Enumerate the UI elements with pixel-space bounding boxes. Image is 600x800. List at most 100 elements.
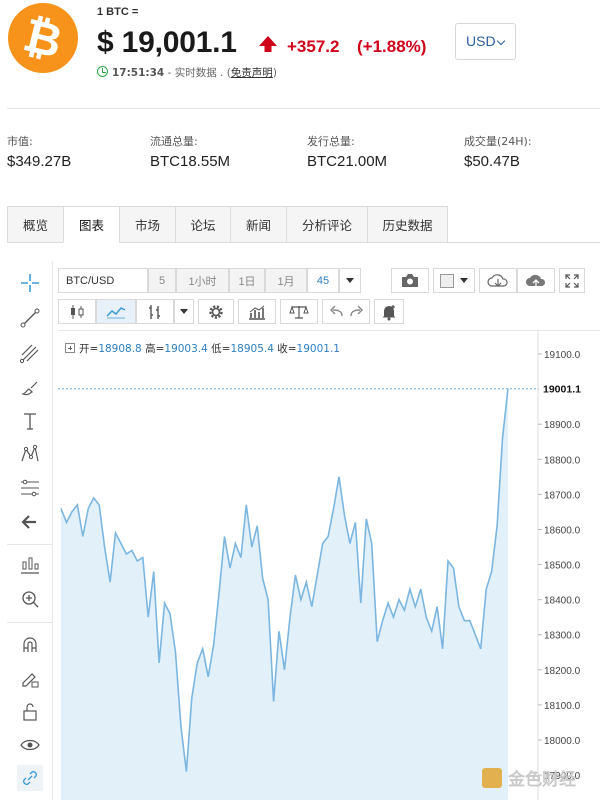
y-tick-label: 18600.0 xyxy=(544,525,581,536)
bar-chart-icon[interactable] xyxy=(136,299,174,324)
chart-type-dropdown[interactable] xyxy=(174,299,194,324)
magnet-icon[interactable] xyxy=(17,632,43,658)
indicators-icon[interactable] xyxy=(238,299,276,324)
high-value: 19003.4 xyxy=(164,343,208,355)
bitcoin-symbol: ₿ xyxy=(18,7,68,69)
y-tick-label: 18500.0 xyxy=(544,561,581,572)
y-tick-label: 18900.0 xyxy=(544,420,581,431)
chart-toolbar: BTC/USD 5 1小时 1日 1月 45 xyxy=(58,262,600,328)
tab-forum[interactable]: 论坛 xyxy=(175,206,230,243)
unit-label: 1 BTC = xyxy=(97,6,139,18)
zoom-icon[interactable] xyxy=(17,586,43,612)
y-tick-label: 18800.0 xyxy=(544,455,581,466)
price-value: $ 19,001.1 xyxy=(97,26,237,59)
chart-area[interactable]: 19100.019000.018900.018800.018700.018600… xyxy=(58,330,600,800)
trend-line-icon[interactable] xyxy=(17,305,43,331)
crosshair-icon[interactable] xyxy=(17,270,43,296)
tab-analysis[interactable]: 分析评论 xyxy=(286,206,367,243)
tab-news[interactable]: 新闻 xyxy=(230,206,286,243)
tab-overview[interactable]: 概览 xyxy=(7,206,63,243)
link-icon[interactable] xyxy=(17,765,43,791)
back-arrow-icon[interactable] xyxy=(17,509,43,535)
realtime-text: - 实时数据 . ( xyxy=(164,67,231,79)
eye-icon[interactable] xyxy=(17,732,43,758)
price-change-absolute: +357.2 xyxy=(287,37,340,56)
brush-icon[interactable] xyxy=(17,375,43,401)
currency-value: USD xyxy=(466,33,496,49)
interval-45[interactable]: 45 xyxy=(307,268,339,293)
measure-icon[interactable] xyxy=(17,552,43,578)
disclaimer-link[interactable]: 免责声明 xyxy=(231,67,273,79)
currency-select[interactable]: USD xyxy=(455,23,516,60)
camera-icon[interactable] xyxy=(391,268,429,293)
y-tick-label: 18300.0 xyxy=(544,631,581,642)
watermark-logo xyxy=(482,768,502,788)
open-value: 18908.8 xyxy=(98,343,142,355)
interval-1m[interactable]: 1月 xyxy=(265,268,307,293)
price-change-percent: (+1.88%) xyxy=(357,37,427,56)
low-value: 18905.4 xyxy=(230,343,274,355)
market-cap-label: 市值: xyxy=(7,135,33,148)
undo-redo-group xyxy=(322,299,370,324)
candlestick-icon[interactable] xyxy=(58,299,96,324)
watermark: 金色财经 xyxy=(482,765,576,790)
volume-24h-value: $50.47B xyxy=(464,153,520,170)
pattern-icon[interactable] xyxy=(17,441,43,467)
current-price-label: 19001.1 xyxy=(543,384,581,396)
expand-legend-icon[interactable] xyxy=(65,343,75,353)
toolbar-separator xyxy=(7,622,53,623)
tab-chart[interactable]: 图表 xyxy=(63,206,119,243)
tab-market[interactable]: 市场 xyxy=(119,206,175,243)
total-supply-value: BTC21.00M xyxy=(307,153,388,170)
undo-icon[interactable] xyxy=(328,305,344,319)
volume-24h-label: 成交量(24H): xyxy=(464,135,532,148)
cloud-download-icon[interactable] xyxy=(479,268,517,293)
redo-icon[interactable] xyxy=(349,305,365,319)
line-chart-icon[interactable] xyxy=(96,299,136,324)
unlock-icon[interactable] xyxy=(17,699,43,725)
update-time: 17:51:34 xyxy=(112,67,165,79)
market-cap-value: $349.27B xyxy=(7,153,72,170)
tab-history[interactable]: 历史数据 xyxy=(367,206,448,243)
circulating-supply-label: 流通总量: xyxy=(150,135,198,148)
update-meta: 17:51:34 - 实时数据 . (免责声明) xyxy=(112,65,277,80)
y-tick-label: 19100.0 xyxy=(544,350,581,361)
alert-bell-icon[interactable] xyxy=(374,299,404,324)
interval-dropdown[interactable] xyxy=(339,268,361,293)
y-tick-label: 18000.0 xyxy=(544,736,581,747)
watermark-text: 金色财经 xyxy=(508,770,576,790)
header-divider xyxy=(7,108,600,109)
disclaimer-close: ) xyxy=(272,67,277,79)
chevron-down-icon xyxy=(346,278,354,283)
pitchfork-icon[interactable] xyxy=(17,340,43,366)
text-icon[interactable] xyxy=(17,408,43,434)
chevron-down-icon xyxy=(460,278,468,283)
price-chart[interactable]: 19100.019000.018900.018800.018700.018600… xyxy=(58,331,600,800)
interval-1d[interactable]: 1日 xyxy=(229,268,265,293)
fib-icon[interactable] xyxy=(17,475,43,501)
cloud-upload-icon[interactable] xyxy=(517,268,555,293)
tab-bar: 概览 图表 市场 论坛 新闻 分析评论 历史数据 xyxy=(7,206,448,243)
gear-icon[interactable] xyxy=(198,299,234,324)
lock-pencil-icon[interactable] xyxy=(17,665,43,691)
interval-5[interactable]: 5 xyxy=(148,268,176,293)
drawing-toolbar xyxy=(7,262,53,800)
close-value: 19001.1 xyxy=(296,343,340,355)
up-arrow-icon xyxy=(259,36,277,52)
close-label: 收= xyxy=(277,343,297,355)
toolbar-separator xyxy=(7,544,53,545)
fullscreen-icon[interactable] xyxy=(559,268,585,293)
ohlc-legend: 开=18908.8 高=19003.4 低=18905.4 收=19001.1 xyxy=(65,341,340,356)
y-tick-label: 18400.0 xyxy=(544,596,581,607)
color-picker[interactable] xyxy=(433,268,475,293)
clock-icon xyxy=(97,66,108,77)
total-supply-label: 发行总量: xyxy=(307,135,355,148)
interval-1h[interactable]: 1小时 xyxy=(176,268,229,293)
y-tick-label: 18200.0 xyxy=(544,666,581,677)
compare-icon[interactable] xyxy=(280,299,318,324)
bitcoin-logo: ₿ xyxy=(8,3,78,73)
symbol-field[interactable]: BTC/USD xyxy=(58,268,148,293)
open-label: 开= xyxy=(79,343,99,355)
circulating-supply-value: BTC18.55M xyxy=(150,153,231,170)
color-swatch xyxy=(440,273,454,288)
